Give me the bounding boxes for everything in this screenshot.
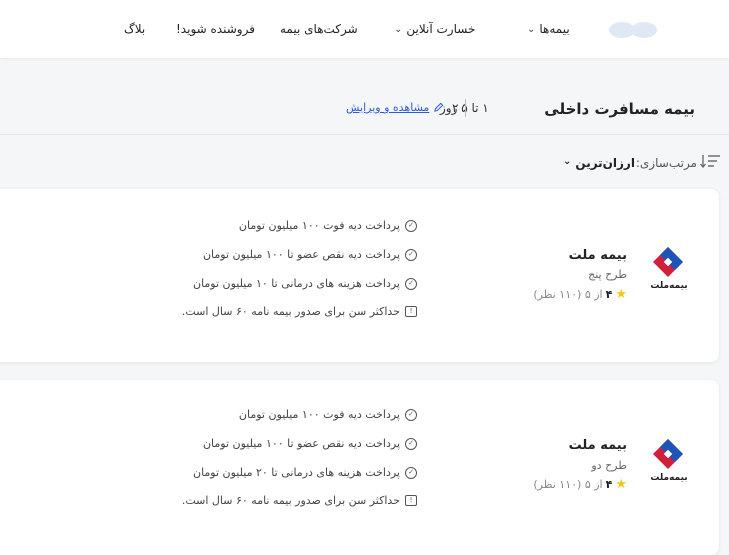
nav-item-become-seller[interactable]: فروشنده شوید! bbox=[176, 0, 255, 58]
nav-item-blog[interactable]: بلاگ bbox=[124, 0, 145, 58]
sort-selected-value: ارزان‌ترین bbox=[575, 156, 635, 170]
nav-item-label: شرکت‌های بیمه bbox=[280, 22, 358, 36]
coverage-item: ✓ پرداخت دیه نقص عضو تا ۱۰۰ میلیون تومان bbox=[203, 248, 417, 261]
nav-item-label: خسارت آنلاین bbox=[406, 22, 476, 36]
coverage-text: پرداخت هزینه های درمانی تا ۱۰ میلیون توم… bbox=[192, 277, 400, 290]
chevron-down-icon: ⌄ bbox=[563, 156, 572, 167]
rating: ★ ۴ از ۵ (۱۱۰ نظر) bbox=[533, 287, 627, 302]
plan-name: طرح پنج bbox=[588, 268, 627, 281]
view-edit-link[interactable]: مشاهده و ویرایش bbox=[346, 101, 444, 114]
chevron-down-icon: ⌄ bbox=[394, 23, 403, 35]
sort-dropdown[interactable]: ارزان‌ترین ⌄ bbox=[563, 156, 635, 170]
rating-text: از ۵ (۱۱۰ نظر) bbox=[533, 478, 603, 491]
coverage-item: ✓ پرداخت دیه نقص عضو تا ۱۰۰ میلیون تومان bbox=[203, 437, 417, 450]
insurer-name: بیمه ملت bbox=[568, 438, 627, 453]
insurer-logo: بیمه‌ملت bbox=[649, 247, 689, 295]
coverage-text: پرداخت دیه نقص عضو تا ۱۰۰ میلیون تومان bbox=[202, 248, 400, 261]
insurer-name: بیمه ملت bbox=[568, 248, 627, 263]
coverage-text: پرداخت دیه نقص عضو تا ۱۰۰ میلیون تومان bbox=[202, 437, 400, 450]
divider bbox=[465, 99, 466, 117]
coverage-item: ✓ پرداخت هزینه های درمانی تا ۱۰ میلیون ت… bbox=[193, 277, 417, 290]
rating-score: ۴ bbox=[605, 288, 613, 301]
site-logo[interactable] bbox=[609, 14, 661, 40]
travelers-count: ۲ bbox=[452, 101, 459, 115]
insurer-logo: بیمه‌ملت bbox=[649, 439, 689, 487]
check-circle-icon: ✓ bbox=[405, 466, 417, 479]
note-text: حداکثر سن برای صدور بیمه نامه ۶۰ سال است… bbox=[181, 494, 400, 507]
mellat-logo-icon bbox=[653, 247, 683, 277]
pencil-icon bbox=[434, 102, 444, 112]
coverage-item: ✓ پرداخت دیه فوت ۱۰۰ میلیون تومان bbox=[239, 219, 417, 232]
check-circle-icon: ✓ bbox=[405, 408, 417, 421]
page-title: بیمه مسافرت داخلی bbox=[544, 100, 695, 118]
top-navigation-bar: بیمه‌ها ⌄ خسارت آنلاین ⌄ شرکت‌های بیمه ف… bbox=[0, 0, 729, 58]
check-circle-icon: ✓ bbox=[405, 277, 417, 290]
note-text: حداکثر سن برای صدور بیمه نامه ۶۰ سال است… bbox=[181, 305, 400, 318]
info-icon: ! bbox=[405, 495, 417, 506]
coverage-note: ! حداکثر سن برای صدور بیمه نامه ۶۰ سال ا… bbox=[182, 305, 417, 318]
nav-item-online-claim[interactable]: خسارت آنلاین ⌄ bbox=[394, 0, 475, 58]
coverage-note: ! حداکثر سن برای صدور بیمه نامه ۶۰ سال ا… bbox=[182, 494, 417, 507]
star-icon: ★ bbox=[615, 287, 627, 302]
insurer-brand-text: بیمه‌ملت bbox=[650, 281, 688, 291]
rating: ★ ۴ از ۵ (۱۱۰ نظر) bbox=[533, 477, 627, 492]
coverage-text: پرداخت دیه فوت ۱۰۰ میلیون تومان bbox=[238, 219, 400, 232]
coverage-text: پرداخت دیه فوت ۱۰۰ میلیون تومان bbox=[238, 408, 400, 421]
sort-icon bbox=[700, 155, 720, 169]
chevron-down-icon: ⌄ bbox=[527, 23, 536, 35]
nav-item-label: بیمه‌ها bbox=[539, 22, 570, 36]
check-circle-icon: ✓ bbox=[405, 437, 417, 450]
nav-item-label: بلاگ bbox=[124, 22, 146, 36]
insurer-brand-text: بیمه‌ملت bbox=[650, 473, 688, 483]
nav-item-insurances[interactable]: بیمه‌ها ⌄ bbox=[527, 0, 570, 58]
sort-label: مرتب‌سازی: bbox=[635, 156, 697, 170]
rating-text: از ۵ (۱۱۰ نظر) bbox=[533, 288, 603, 301]
check-circle-icon: ✓ bbox=[405, 219, 417, 232]
coverage-item: ✓ پرداخت دیه فوت ۱۰۰ میلیون تومان bbox=[239, 408, 417, 421]
info-icon: ! bbox=[405, 306, 417, 317]
search-summary-bar: بیمه مسافرت داخلی ۱ تا ۵ روز ۲ مشاهده و … bbox=[0, 86, 729, 135]
star-icon: ★ bbox=[615, 477, 627, 492]
sort-bar: مرتب‌سازی: ارزان‌ترین ⌄ bbox=[0, 148, 729, 178]
view-edit-label: مشاهده و ویرایش bbox=[346, 101, 430, 114]
plan-name: طرح دو bbox=[591, 459, 627, 472]
insurance-result-card[interactable]: بیمه‌ملت بیمه ملت طرح پنج ★ ۴ از ۵ (۱۱۰ … bbox=[0, 189, 719, 362]
nav-item-insurance-companies[interactable]: شرکت‌های بیمه bbox=[280, 0, 358, 58]
insurance-result-card[interactable]: بیمه‌ملت بیمه ملت طرح دو ★ ۴ از ۵ (۱۱۰ ن… bbox=[0, 380, 719, 555]
coverage-text: پرداخت هزینه های درمانی تا ۲۰ میلیون توم… bbox=[192, 466, 400, 479]
check-circle-icon: ✓ bbox=[405, 248, 417, 261]
nav-item-label: فروشنده شوید! bbox=[176, 22, 255, 36]
mellat-logo-icon bbox=[653, 439, 683, 469]
rating-score: ۴ bbox=[605, 478, 613, 491]
coverage-item: ✓ پرداخت هزینه های درمانی تا ۲۰ میلیون ت… bbox=[193, 466, 417, 479]
